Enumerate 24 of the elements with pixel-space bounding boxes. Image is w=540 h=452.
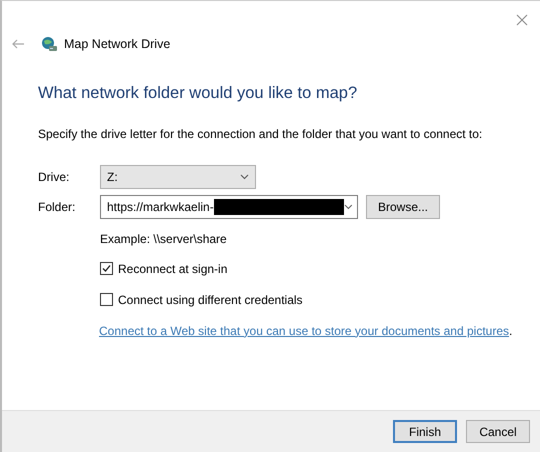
checkbox[interactable] [100,293,113,306]
heading: What network folder would you like to map? [38,83,358,104]
browse-button[interactable]: Browse... [366,194,440,219]
checkbox-label: Reconnect at sign-in [118,260,228,278]
drive-label: Drive: [38,168,70,186]
network-drive-icon [41,36,58,52]
drive-dropdown[interactable]: Z: [100,164,256,189]
link-period: . [509,324,512,338]
checkbox-option[interactable]: Connect using different credentials [100,290,540,309]
chevron-icon [240,174,249,180]
finish-button[interactable]: Finish [393,420,457,443]
checkbox-option[interactable]: Reconnect at sign-in [100,260,540,278]
chevron-icon [344,204,353,210]
window-title: Map Network Drive [64,36,170,53]
cancel-button[interactable]: Cancel [466,420,530,443]
checkbox-label: Connect using different credentials [118,292,303,309]
instruction-text: Specify the drive letter for the connection and the folder that you want to connect to: [38,126,484,143]
back-arrow-icon [12,39,25,49]
close-icon [516,14,528,26]
web-site-link[interactable]: Connect to a Web site that you can use to store your documents and pictures [99,324,510,338]
example-text: Example: \\server\share [100,230,228,248]
folder-label: Folder: [38,198,76,216]
folder-field[interactable]: https://markwkaelin- [100,194,358,219]
checkbox[interactable] [100,262,113,276]
